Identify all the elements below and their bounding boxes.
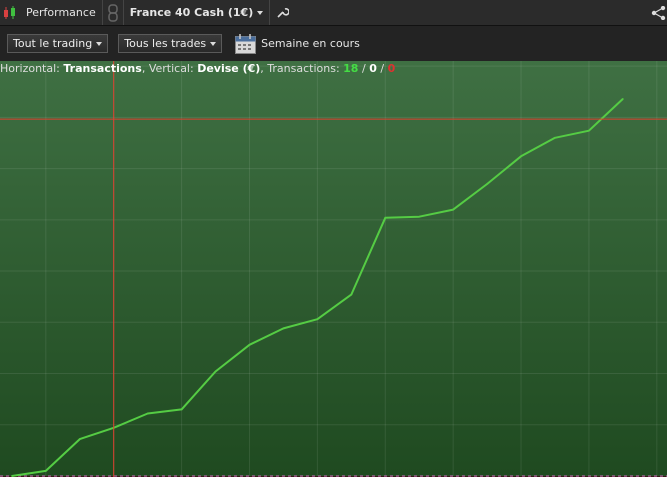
winning-count: 18	[343, 62, 359, 75]
chain-link-icon	[107, 3, 118, 22]
top-bar: Performance France 40 Cash (1€)	[0, 0, 667, 26]
trades-filter-label: Tous les trades	[124, 37, 207, 50]
chevron-down-icon	[210, 41, 217, 46]
performance-tab[interactable]: Performance	[0, 0, 103, 25]
filter-toolbar: Tout le trading Tous les trades Semaine …	[0, 26, 667, 62]
equity-point	[180, 408, 183, 411]
share-button[interactable]	[651, 0, 667, 25]
vertical-axis-label: Vertical:	[148, 62, 194, 75]
settings-button[interactable]	[270, 0, 295, 25]
horizontal-axis-label: Horizontal:	[0, 62, 60, 75]
chevron-down-icon	[96, 41, 103, 46]
equity-point	[520, 155, 522, 158]
transactions-label: Transactions:	[267, 62, 340, 75]
share-icon	[651, 5, 666, 20]
equity-point	[486, 183, 488, 185]
trading-filter-label: Tout le trading	[13, 37, 93, 50]
period-label: Semaine en cours	[261, 37, 360, 50]
equity-point	[418, 215, 421, 218]
equity-point	[588, 129, 590, 132]
losing-count: 0	[387, 62, 396, 75]
equity-point	[78, 438, 81, 440]
performance-chart[interactable]	[0, 61, 667, 477]
link-toggle[interactable]	[103, 0, 124, 25]
equity-point	[554, 137, 556, 139]
equity-point	[282, 327, 285, 330]
count-separator: /	[380, 62, 385, 75]
equity-point	[350, 293, 353, 296]
chart-background	[0, 61, 667, 477]
calendar-icon	[235, 33, 257, 54]
instrument-label: France 40 Cash (1€)	[129, 6, 254, 19]
chart-info-line: Horizontal: Transactions, Vertical: Devi…	[0, 62, 395, 76]
trading-filter-dropdown[interactable]: Tout le trading	[7, 34, 109, 53]
wrench-icon	[277, 8, 290, 18]
equity-point	[45, 470, 47, 472]
count-separator: /	[361, 62, 366, 75]
separator-comma: ,	[141, 62, 149, 75]
equity-point	[248, 344, 251, 346]
equity-point	[146, 412, 149, 415]
equity-point	[214, 370, 217, 373]
horizontal-axis-value: Transactions	[63, 62, 142, 75]
period-selector[interactable]: Semaine en cours	[235, 33, 360, 54]
instrument-selector[interactable]: France 40 Cash (1€)	[124, 0, 271, 25]
chevron-down-icon	[257, 10, 264, 15]
neutral-count: 0	[369, 62, 377, 75]
equity-point	[452, 208, 454, 211]
candlestick-icon	[4, 5, 15, 19]
equity-point	[316, 318, 319, 321]
equity-point	[622, 98, 624, 100]
equity-point	[384, 216, 387, 219]
vertical-axis-value: Devise (€)	[197, 62, 261, 75]
trades-filter-dropdown[interactable]: Tous les trades	[118, 34, 223, 53]
performance-label: Performance	[26, 6, 96, 19]
